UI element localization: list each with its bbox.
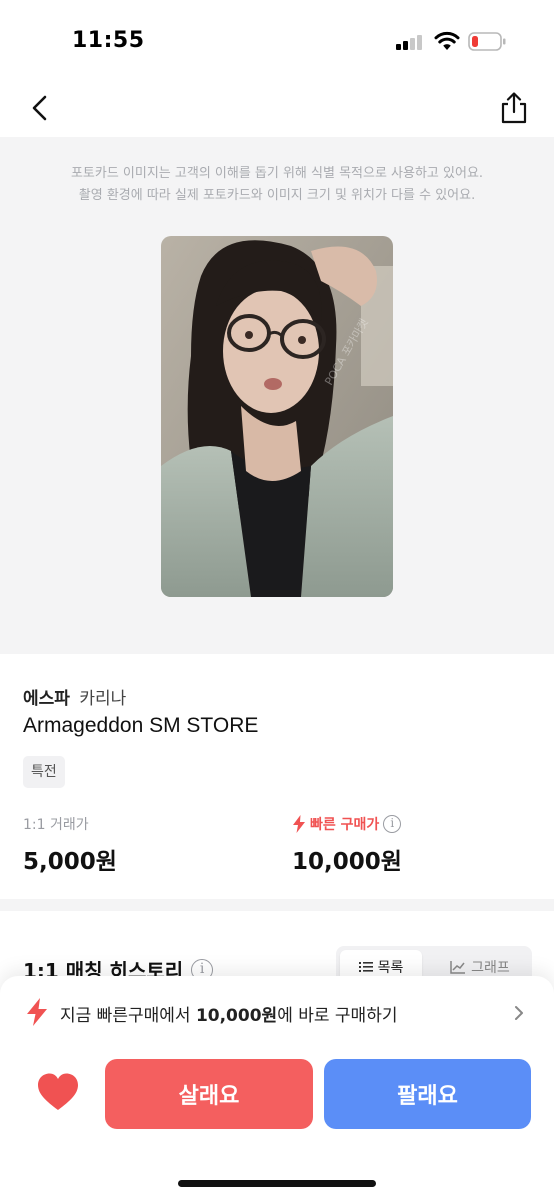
fast-buy-text: 지금 빠른구매에서 10,000원에 바로 구매하기 xyxy=(60,1001,397,1026)
trade-price-block: 1:1 거래가 5,000원 xyxy=(23,812,117,876)
status-bar: 11:55 xyxy=(0,0,554,80)
photo-notice: 포토카드 이미지는 고객의 이해를 돕기 위해 식별 목적으로 사용하고 있어요… xyxy=(0,163,554,207)
info-icon[interactable]: i xyxy=(383,815,402,833)
benefit-tag: 특전 xyxy=(23,756,65,788)
card-title: Armageddon SM STORE xyxy=(23,714,259,737)
banner-prefix: 지금 빠른구매에서 xyxy=(60,1006,196,1026)
status-time: 11:55 xyxy=(72,28,145,53)
fast-price-label-row: 빠른 구매가 i xyxy=(292,812,402,836)
artist-group[interactable]: 에스파 xyxy=(23,689,70,709)
tab-graph-label: 그래프 xyxy=(471,960,510,976)
battery-low-icon xyxy=(468,32,506,51)
fast-price-label: 빠른 구매가 xyxy=(310,817,380,833)
bolt-icon xyxy=(27,998,47,1026)
artist-member[interactable]: 카리나 xyxy=(79,689,126,709)
back-button[interactable] xyxy=(24,90,56,126)
share-button[interactable] xyxy=(496,90,532,126)
buy-button[interactable]: 살래요 xyxy=(105,1059,313,1129)
photocard-illustration: POCA 포카마켓 xyxy=(161,236,393,597)
fast-price-block: 빠른 구매가 i 10,000원 xyxy=(292,812,402,876)
trade-price-label: 1:1 거래가 xyxy=(23,817,89,833)
trade-price-value: 5,000원 xyxy=(23,849,117,875)
photocard-section: 포토카드 이미지는 고객의 이해를 돕기 위해 식별 목적으로 사용하고 있어요… xyxy=(0,137,554,654)
fast-price-value: 10,000원 xyxy=(292,849,402,875)
photo-notice-line2: 촬영 환경에 따라 실제 포토카드와 이미지 크기 및 위치가 다를 수 있어요… xyxy=(78,188,476,203)
sell-button[interactable]: 팔래요 xyxy=(324,1059,531,1129)
chevron-left-icon xyxy=(32,95,47,121)
banner-price: 10,000원 xyxy=(195,1006,278,1026)
chevron-right-icon xyxy=(515,1006,523,1020)
bolt-icon xyxy=(293,815,305,833)
banner-suffix: 에 바로 구매하기 xyxy=(277,1006,398,1026)
fast-buy-banner[interactable]: 지금 빠른구매에서 10,000원에 바로 구매하기 xyxy=(0,990,554,1034)
product-info: 에스파 카리나 Armageddon SM STORE 특전 1:1 거래가 5… xyxy=(0,654,554,899)
cellular-signal-icon xyxy=(396,34,424,50)
line-chart-icon xyxy=(450,961,466,974)
heart-icon xyxy=(38,1073,78,1110)
home-indicator[interactable] xyxy=(178,1180,376,1187)
nav-bar xyxy=(0,80,554,136)
bottom-action-sheet: 지금 빠른구매에서 10,000원에 바로 구매하기 살래요 팔래요 xyxy=(0,976,554,1200)
photocard-image[interactable]: POCA 포카마켓 xyxy=(161,236,393,597)
artist-row: 에스파 카리나 xyxy=(23,684,126,709)
tab-list-label: 목록 xyxy=(377,960,404,976)
wishlist-button[interactable] xyxy=(36,1072,80,1112)
wifi-icon xyxy=(434,31,460,50)
section-divider xyxy=(0,899,554,911)
share-icon xyxy=(501,92,527,124)
list-icon xyxy=(358,962,373,972)
photo-notice-line1: 포토카드 이미지는 고객의 이해를 돕기 위해 식별 목적으로 사용하고 있어요… xyxy=(70,166,484,181)
